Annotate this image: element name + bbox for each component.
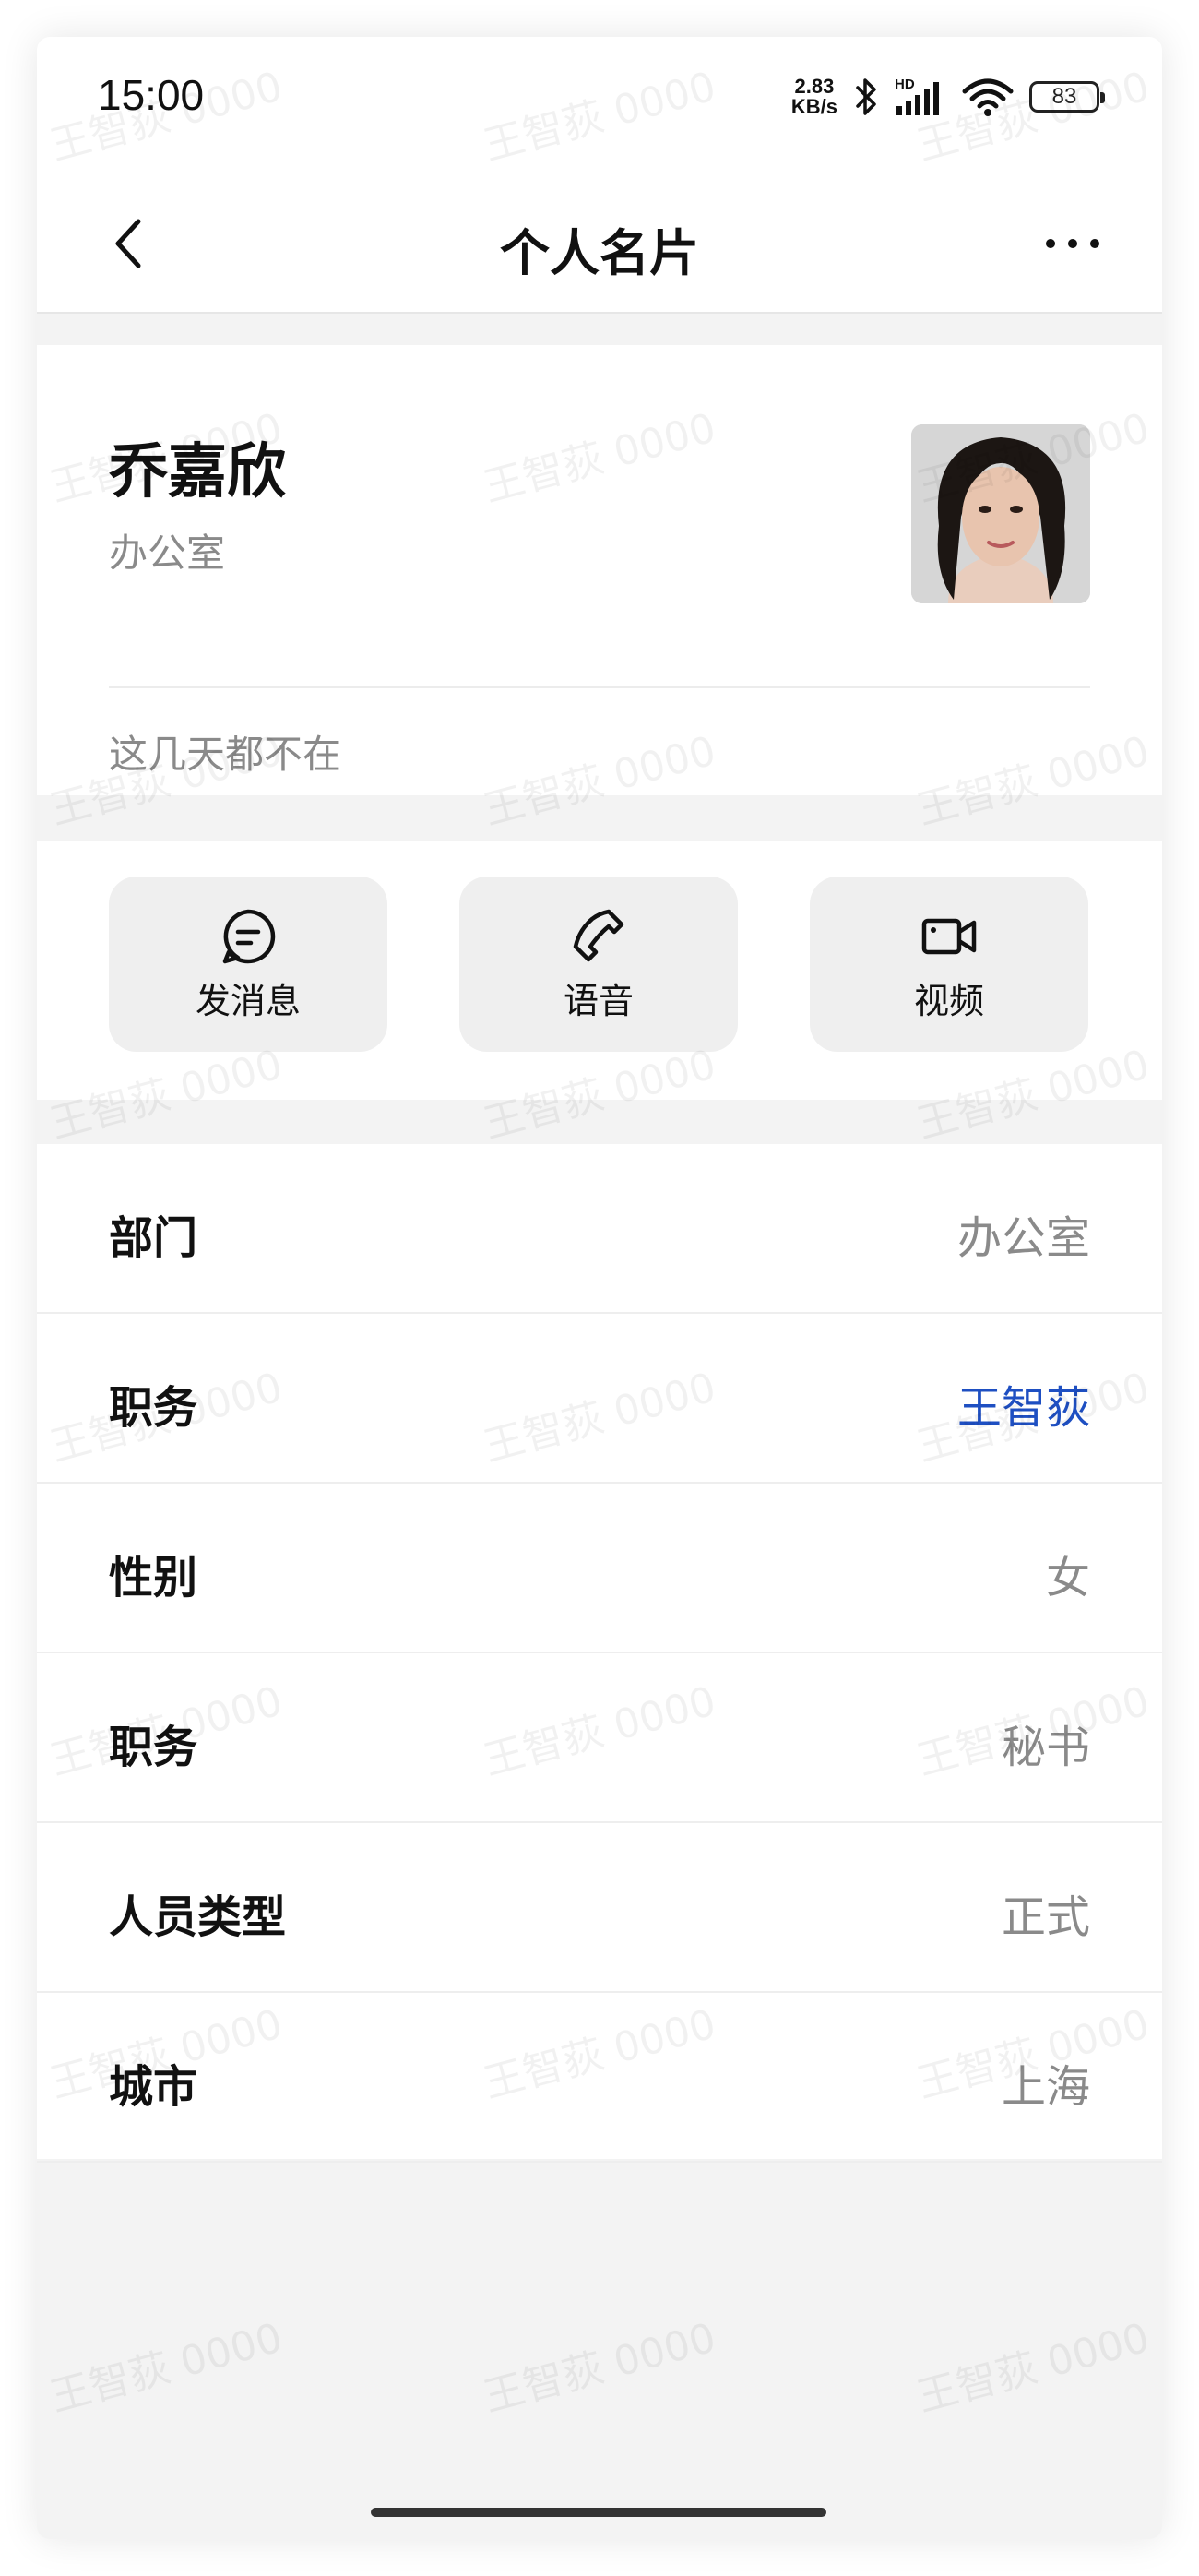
info-row-staff-type: 人员类型 正式 (37, 1823, 1162, 1993)
phone-icon (573, 909, 624, 961)
network-speed-unit: KB/s (790, 95, 837, 118)
info-value: 办公室 (956, 1212, 1090, 1264)
watermark: 王智荻 0000 (478, 2314, 721, 2422)
cellular-signal: HD (895, 77, 946, 117)
signal-icon (896, 82, 939, 115)
video-icon (921, 918, 977, 954)
profile-name: 乔嘉欣 (109, 438, 286, 507)
watermark: 王智荻 0000 (911, 2314, 1155, 2422)
video-call-label: 视频 (913, 980, 984, 1021)
status-bar: 15:00 2.83 KB/s HD 83 (37, 37, 1162, 175)
more-button[interactable] (1031, 207, 1114, 280)
phone-screen: 15:00 2.83 KB/s HD 83 个人名片 乔嘉欣 办公室 这几天都不… (37, 37, 1162, 2539)
info-value: 正式 (1001, 1891, 1090, 1943)
send-message-button[interactable]: 发消息 (109, 877, 387, 1052)
info-list: 部门 办公室 职务 王智荻 性别 女 职务 秘书 人员类型 正式 城市 上海 (37, 1144, 1162, 2163)
avatar[interactable] (911, 424, 1090, 603)
message-icon (222, 909, 276, 963)
divider (109, 686, 1090, 688)
profile-department: 办公室 (109, 531, 226, 576)
bluetooth-icon (856, 78, 876, 115)
info-value-link[interactable]: 王智荻 (957, 1371, 1090, 1436)
battery-indicator: 83 (1029, 81, 1105, 113)
more-dot (1090, 239, 1099, 248)
info-row-gender: 性别 女 (37, 1484, 1162, 1653)
send-message-label: 发消息 (195, 980, 301, 1021)
info-key: 人员类型 (109, 1891, 287, 1943)
status-icons: 2.83 KB/s HD 83 (791, 74, 1105, 120)
info-row-title: 职务 秘书 (37, 1653, 1162, 1823)
info-key: 职务 (109, 1722, 198, 1773)
info-value: 女 (1045, 1552, 1090, 1604)
network-speed: 2.83 KB/s (791, 77, 837, 117)
voice-call-label: 语音 (563, 980, 634, 1021)
status-time: 15:00 (98, 71, 205, 119)
more-dot (1068, 239, 1077, 248)
home-indicator[interactable] (371, 2508, 826, 2517)
action-bar: 发消息 语音 视频 (37, 841, 1162, 1100)
profile-signature: 这几天都不在 (109, 732, 342, 777)
video-call-button[interactable]: 视频 (810, 877, 1088, 1052)
network-speed-value: 2.83 (794, 75, 835, 98)
info-key: 性别 (109, 1552, 198, 1604)
wifi-icon (962, 78, 1014, 116)
profile-card: 乔嘉欣 办公室 这几天都不在 (37, 345, 1162, 795)
info-row-department: 部门 办公室 (37, 1144, 1162, 1314)
avatar-photo (911, 424, 1090, 603)
voice-call-button[interactable]: 语音 (459, 877, 738, 1052)
page-title: 个人名片 (500, 224, 699, 282)
nav-bar: 个人名片 (37, 175, 1162, 314)
info-key: 部门 (109, 1212, 198, 1264)
info-value: 秘书 (1001, 1722, 1090, 1773)
info-value: 上海 (1001, 2061, 1090, 2113)
watermark: 王智荻 0000 (44, 2314, 288, 2422)
info-key: 城市 (109, 2061, 198, 2113)
info-key: 职务 (109, 1382, 198, 1434)
info-row-position[interactable]: 职务 王智荻 (37, 1314, 1162, 1484)
more-horizontal-icon (1046, 239, 1055, 248)
info-row-city: 城市 上海 (37, 1993, 1162, 2163)
